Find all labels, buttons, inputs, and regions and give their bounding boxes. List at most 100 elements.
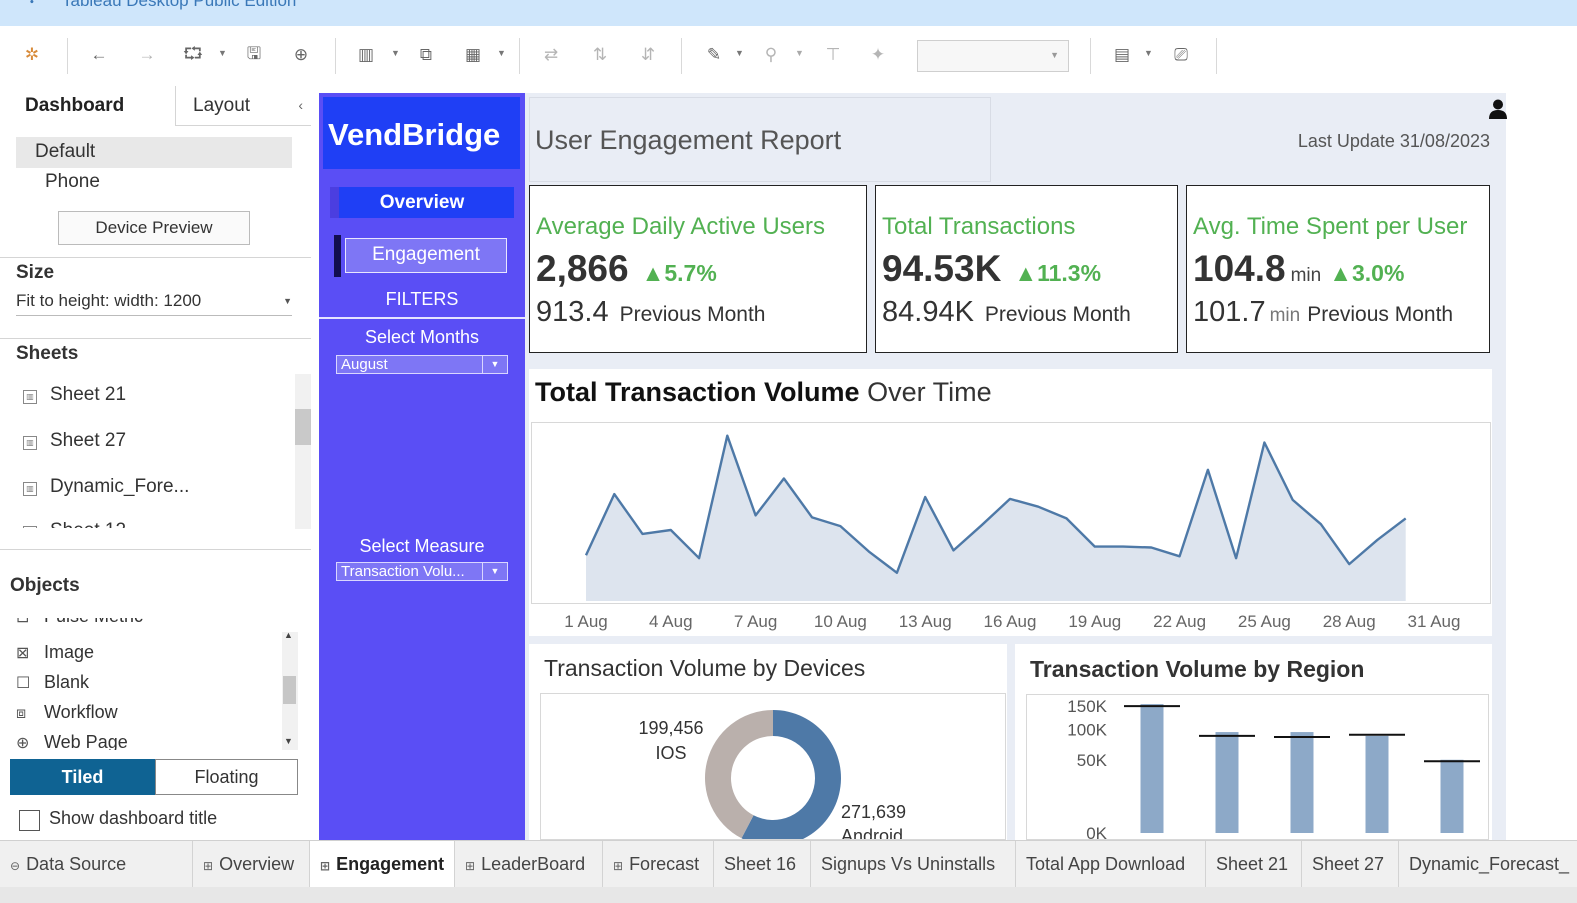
scroll-up-icon[interactable]: ▲ [284, 630, 293, 640]
sheet-item-label: Dynamic_Fore... [50, 476, 190, 497]
sheet-item[interactable]: ▥ Dynamic_Fore... [23, 476, 189, 498]
region-bar[interactable] [1440, 759, 1464, 833]
kpi-title: Avg. Time Spent per User [1193, 213, 1468, 240]
new-worksheet-icon[interactable]: ▥ [354, 43, 378, 67]
size-select[interactable]: Fit to height: width: 1200 ▼ [16, 291, 292, 316]
kpi-previous-row: 84.94K Previous Month [882, 296, 1131, 329]
collapse-panel-icon[interactable]: ‹ [298, 97, 303, 113]
x-tick-label: 25 Aug [1238, 612, 1291, 631]
clear-sheet-icon[interactable]: ▦ [461, 43, 485, 67]
devices-donut-chart[interactable]: 199,456 IOS 271,639 Android [541, 694, 1005, 846]
sheets-scrollbar[interactable] [295, 374, 311, 529]
swap-icon[interactable]: ⇄ [539, 43, 563, 67]
user-icon[interactable] [1489, 99, 1507, 125]
nav-overview-button[interactable]: Overview [330, 187, 514, 218]
tab-signups-vs-uninstalls[interactable]: Signups Vs Uninstalls [811, 841, 1016, 887]
sheet-item[interactable]: ▥ Sheet 12 [23, 520, 126, 528]
sheet-item[interactable]: ▥ Sheet 27 [23, 430, 126, 452]
select-measure-dropdown[interactable]: Transaction Volu... ▼ [336, 562, 508, 581]
save-icon[interactable]: 🖫 [242, 43, 266, 67]
fit-dropdown[interactable]: ▼ [917, 40, 1069, 72]
new-datasource-icon[interactable]: ⊕ [289, 43, 313, 67]
tab-leaderboard[interactable]: ⊞ LeaderBoard [455, 841, 603, 887]
web-page-icon: ⊕ [16, 735, 30, 750]
region-bar[interactable] [1290, 732, 1314, 833]
nav-indicator [330, 187, 339, 218]
region-bar[interactable] [1365, 735, 1389, 833]
slice-category-label: IOS [655, 743, 686, 763]
group-icon[interactable]: ⚲ [759, 43, 783, 67]
device-phone[interactable]: Phone [45, 171, 100, 193]
show-dashboard-title-label: Show dashboard title [49, 808, 218, 828]
x-tick-label: 10 Aug [814, 612, 867, 631]
kpi-title: Average Daily Active Users [536, 213, 826, 240]
presentation-icon[interactable]: ⎚ [1169, 43, 1193, 67]
region-bar[interactable] [1215, 732, 1239, 833]
clear-dropdown-icon[interactable]: ▼ [497, 48, 506, 58]
workflow-icon: ⧈ [16, 705, 27, 722]
new-worksheet-dropdown-icon[interactable]: ▼ [391, 48, 400, 58]
tab-engagement[interactable]: ⊞ Engagement [310, 841, 455, 887]
region-bar[interactable] [1140, 704, 1164, 833]
tab-sheet-16[interactable]: Sheet 16 [714, 841, 811, 887]
select-months-dropdown[interactable]: August ▼ [336, 355, 508, 374]
region-chart-panel: Transaction Volume by Region 0K 50K 100K 15… [1015, 644, 1492, 840]
highlight-dropdown-icon[interactable]: ▼ [735, 48, 744, 58]
objects-heading: Objects [10, 575, 80, 596]
tab-sheet-21[interactable]: Sheet 21 [1206, 841, 1302, 887]
line-chart[interactable]: 1 Aug 4 Aug 7 Aug 10 Aug 13 Aug 16 Aug 19 Aug 2… [529, 369, 1492, 636]
tab-layout[interactable]: Layout ‹ [175, 86, 311, 126]
floating-button[interactable]: Floating [155, 759, 298, 795]
object-item[interactable]: ⊡ Pulse Metric [16, 618, 143, 627]
tab-overview[interactable]: ⊞ Overview [193, 841, 310, 887]
kpi-previous-label: Previous Month [619, 303, 766, 326]
show-labels-icon[interactable]: ⊤ [821, 43, 845, 67]
region-bar-chart[interactable]: 0K 50K 100K 150K [1015, 644, 1492, 840]
undo-icon[interactable]: ← [87, 43, 111, 67]
tab-data-source[interactable]: ⊖ Data Source [0, 841, 193, 887]
kpi-previous-value: 84.94K [882, 296, 974, 328]
highlight-icon[interactable]: ✎ [702, 43, 726, 67]
tab-label: Total App Download [1026, 854, 1186, 874]
select-measure-label: Select Measure [359, 536, 485, 556]
object-item[interactable]: ⊕ Web Page [16, 732, 128, 750]
tab-dynamic-forecast[interactable]: Dynamic_Forecast_ [1399, 841, 1577, 887]
x-tick-label: 16 Aug [984, 612, 1037, 631]
scroll-down-icon[interactable]: ▼ [284, 736, 293, 746]
x-tick-label: 31 Aug [1408, 612, 1461, 631]
show-me-icon[interactable]: ▤ [1110, 43, 1134, 67]
tab-layout-label: Layout [193, 95, 251, 116]
device-default[interactable]: Default [16, 137, 292, 168]
replay-dropdown-icon[interactable]: ▼ [218, 48, 227, 58]
tab-forecast[interactable]: ⊞ Forecast [603, 841, 714, 887]
kpi-previous-label: Previous Month [984, 303, 1131, 326]
group-dropdown-icon[interactable]: ▼ [795, 48, 804, 58]
toolbar-separator [681, 38, 682, 74]
sort-ascending-icon[interactable]: ⇅ [588, 43, 612, 67]
redo-icon[interactable]: → [135, 43, 159, 67]
object-item[interactable]: ⧈ Workflow [16, 702, 118, 723]
replay-icon[interactable]: ⮔ [181, 43, 205, 67]
dashboard-icon: ⊞ [465, 859, 476, 873]
device-preview-button[interactable]: Device Preview [58, 211, 250, 245]
object-item[interactable]: ⊠ Image [16, 642, 94, 663]
tableau-logo-icon[interactable]: ✲ [20, 43, 44, 67]
show-dashboard-title-checkbox[interactable] [19, 810, 40, 831]
tab-label: LeaderBoard [481, 854, 586, 874]
show-me-dropdown-icon[interactable]: ▼ [1144, 48, 1153, 58]
object-item[interactable]: ☐ Blank [16, 672, 89, 693]
sort-descending-icon[interactable]: ⇵ [636, 43, 660, 67]
kpi-previous-row: 101.7 min Previous Month [1193, 296, 1453, 329]
tab-sheet-27[interactable]: Sheet 27 [1302, 841, 1399, 887]
sheet-item[interactable]: ▥ Sheet 21 [23, 384, 126, 406]
tiled-button[interactable]: Tiled [10, 759, 155, 795]
nav-engagement-button[interactable]: Engagement [345, 238, 507, 273]
duplicate-icon[interactable]: ⧉ [414, 43, 438, 67]
objects-scroll-thumb[interactable] [283, 676, 296, 704]
sheet-item-label: Sheet 27 [50, 430, 127, 451]
fix-axes-icon[interactable]: ✦ [866, 43, 890, 67]
sheets-scroll-thumb[interactable] [295, 409, 311, 445]
select-months-value: August [341, 356, 388, 373]
tab-total-app-download[interactable]: Total App Download [1016, 841, 1206, 887]
tab-dashboard[interactable]: Dashboard [0, 86, 175, 126]
